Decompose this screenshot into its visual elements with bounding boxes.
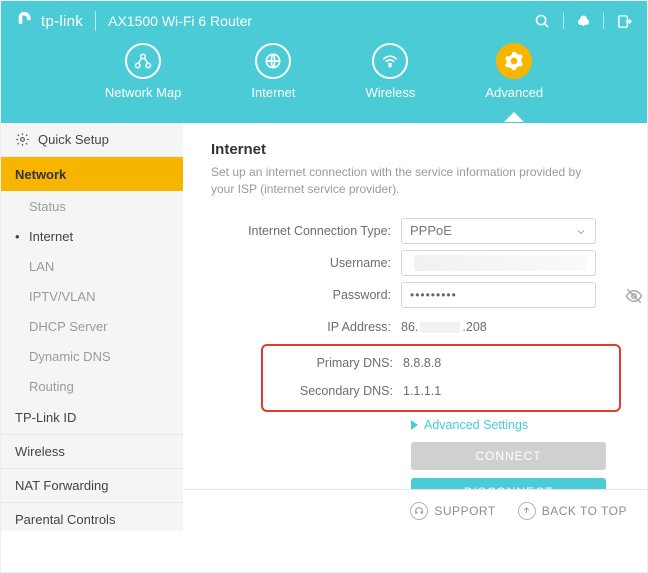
- label-secondary-dns: Secondary DNS:: [263, 384, 403, 398]
- advanced-settings-link[interactable]: Advanced Settings: [411, 418, 619, 432]
- row-username: Username:: [211, 248, 619, 278]
- row-ip: IP Address: 86..208: [211, 312, 619, 342]
- row-connection-type: Internet Connection Type: PPPoE: [211, 216, 619, 246]
- sidebar-sub-internet[interactable]: Internet: [1, 221, 183, 251]
- top-icons: [534, 13, 633, 30]
- tab-wireless[interactable]: Wireless: [366, 43, 416, 100]
- sidebar-item-quick-setup[interactable]: Quick Setup: [1, 123, 183, 157]
- brand-name: tp-link: [41, 13, 83, 30]
- page-title: Internet: [211, 141, 619, 158]
- top-bar: tp-link AX1500 Wi-Fi 6 Router: [1, 1, 647, 41]
- sidebar-sub-status[interactable]: Status: [1, 191, 183, 221]
- tab-internet[interactable]: Internet: [251, 43, 295, 100]
- sidebar-sub-iptv-vlan[interactable]: IPTV/VLAN: [1, 281, 183, 311]
- primary-dns-value: 8.8.8.8: [403, 356, 619, 370]
- back-to-top-button[interactable]: BACK TO TOP: [518, 502, 627, 520]
- footer: SUPPORT BACK TO TOP: [183, 489, 647, 531]
- sidebar-sub-ddns[interactable]: Dynamic DNS: [1, 341, 183, 371]
- label-ip: IP Address:: [211, 320, 401, 334]
- active-tab-indicator: [504, 112, 524, 122]
- sidebar-item-network[interactable]: Network: [1, 157, 183, 191]
- sidebar: Quick Setup Network Status Internet LAN …: [1, 123, 183, 531]
- sidebar-sub-dhcp[interactable]: DHCP Server: [1, 311, 183, 341]
- label-username: Username:: [211, 256, 401, 270]
- select-value: PPPoE: [410, 223, 452, 238]
- row-password: Password:: [211, 280, 619, 310]
- connect-button[interactable]: CONNECT: [411, 442, 606, 470]
- password-input[interactable]: [401, 282, 596, 308]
- sidebar-label: Network: [15, 167, 66, 182]
- sidebar-item-wireless[interactable]: Wireless: [1, 435, 183, 469]
- sidebar-sub-routing[interactable]: Routing: [1, 371, 183, 401]
- search-icon[interactable]: [534, 13, 551, 30]
- divider: [95, 11, 96, 31]
- content: Internet Set up an internet connection w…: [183, 123, 647, 531]
- gear-icon: [15, 132, 30, 147]
- product-name: AX1500 Wi-Fi 6 Router: [108, 13, 252, 29]
- label-connection-type: Internet Connection Type:: [211, 224, 401, 238]
- username-input[interactable]: [401, 250, 596, 276]
- row-primary-dns: Primary DNS: 8.8.8.8: [263, 350, 619, 376]
- headset-icon: [410, 502, 428, 520]
- redacted-value: [420, 322, 460, 333]
- support-button[interactable]: SUPPORT: [410, 502, 495, 520]
- sidebar-label: Quick Setup: [38, 132, 109, 147]
- page-description: Set up an internet connection with the s…: [211, 164, 591, 198]
- link-text: Advanced Settings: [424, 418, 528, 432]
- label-primary-dns: Primary DNS:: [263, 356, 403, 370]
- logout-icon[interactable]: [616, 13, 633, 30]
- brand-logo: tp-link: [15, 10, 83, 32]
- body: Quick Setup Network Status Internet LAN …: [1, 123, 647, 531]
- connection-type-select[interactable]: PPPoE: [401, 218, 596, 244]
- redacted-value: [414, 255, 587, 271]
- secondary-dns-value: 1.1.1.1: [403, 384, 619, 398]
- sidebar-item-parental[interactable]: Parental Controls: [1, 503, 183, 531]
- separator: [563, 13, 564, 29]
- triangle-right-icon: [411, 420, 418, 430]
- separator: [603, 13, 604, 29]
- toggle-visibility-icon[interactable]: [625, 287, 643, 308]
- ip-value: 86..208: [401, 320, 619, 334]
- row-secondary-dns: Secondary DNS: 1.1.1.1: [263, 378, 619, 404]
- arrow-up-icon: [518, 502, 536, 520]
- tab-advanced[interactable]: Advanced: [485, 43, 543, 100]
- chevron-down-icon: [575, 226, 587, 241]
- sidebar-item-nat[interactable]: NAT Forwarding: [1, 469, 183, 503]
- main-tabs: Network Map Internet Wireless Advanced: [1, 43, 647, 100]
- sidebar-sub-lan[interactable]: LAN: [1, 251, 183, 281]
- sidebar-item-tplink-id[interactable]: TP-Link ID: [1, 401, 183, 435]
- dns-highlight-box: Primary DNS: 8.8.8.8 Secondary DNS: 1.1.…: [261, 344, 621, 412]
- label-password: Password:: [211, 288, 401, 302]
- tab-network-map[interactable]: Network Map: [105, 43, 182, 100]
- header: tp-link AX1500 Wi-Fi 6 Router Network Ma…: [1, 1, 647, 123]
- download-icon[interactable]: [576, 14, 591, 29]
- tplink-logo-icon: [15, 10, 37, 32]
